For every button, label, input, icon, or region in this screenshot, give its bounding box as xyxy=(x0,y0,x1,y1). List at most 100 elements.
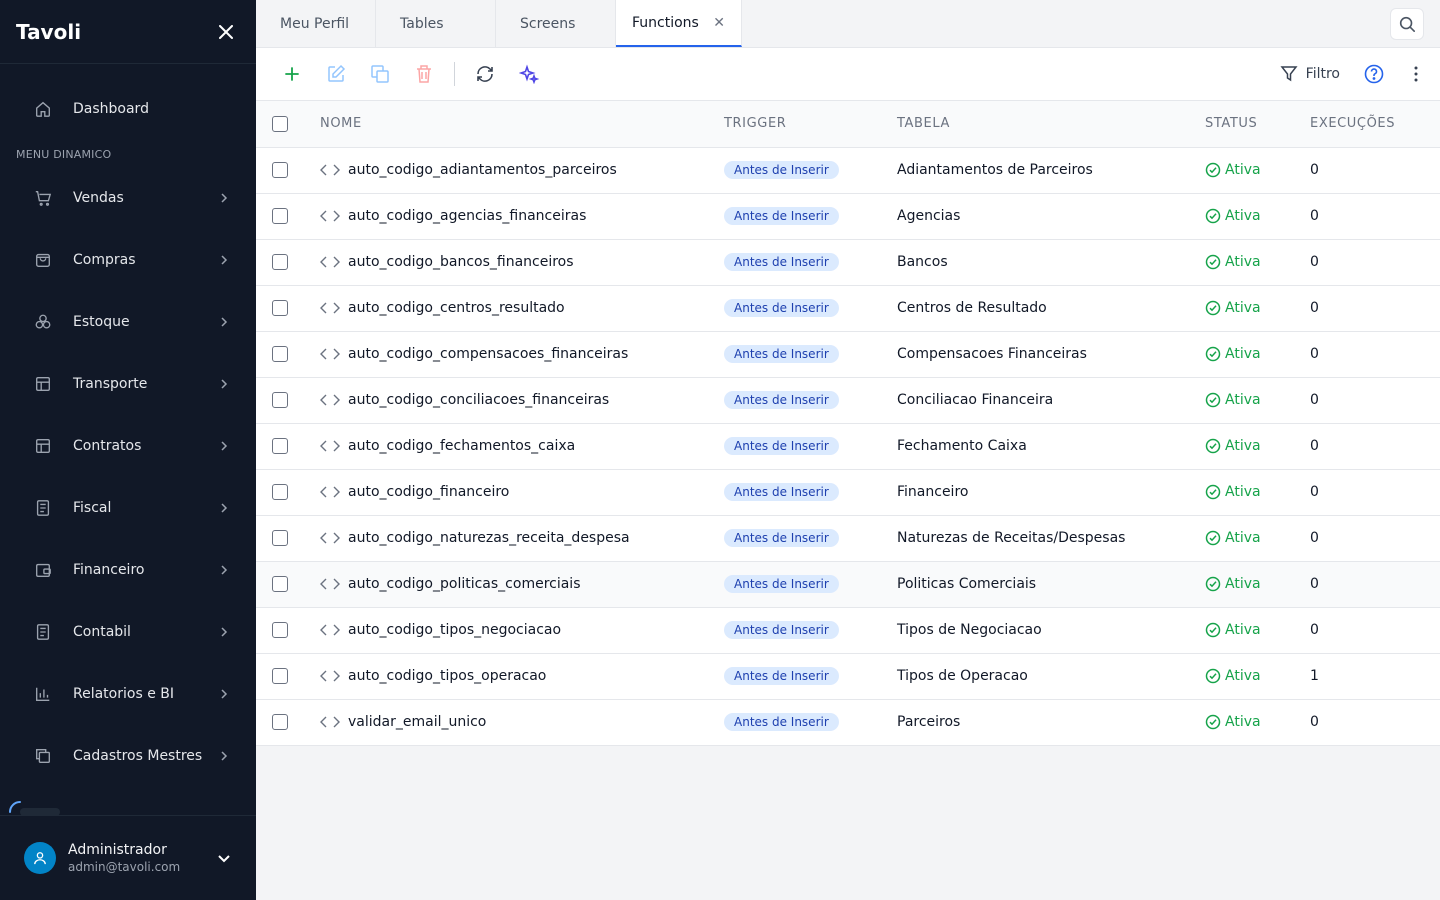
column-header-nome[interactable]: NOME xyxy=(320,101,724,148)
row-checkbox[interactable] xyxy=(272,576,288,592)
row-checkbox[interactable] xyxy=(272,300,288,316)
function-name[interactable]: auto_codigo_conciliacoes_financeiras xyxy=(348,392,609,408)
function-name[interactable]: auto_codigo_fechamentos_caixa xyxy=(348,438,575,454)
close-tab-icon[interactable]: ✕ xyxy=(713,15,725,31)
tab-meu-perfil[interactable]: Meu Perfil xyxy=(256,0,376,47)
row-select-cell xyxy=(256,377,320,424)
function-name[interactable]: auto_codigo_tipos_operacao xyxy=(348,668,546,684)
row-checkbox[interactable] xyxy=(272,530,288,546)
function-name[interactable]: validar_email_unico xyxy=(348,714,486,730)
cell-trigger: Antes de Inserir xyxy=(724,469,897,516)
row-checkbox[interactable] xyxy=(272,484,288,500)
cell-execucoes: 0 xyxy=(1310,469,1440,516)
table-row[interactable]: auto_codigo_compensacoes_financeiras Ante… xyxy=(256,331,1440,378)
user-menu[interactable]: Administrador admin@tavoli.com xyxy=(0,815,256,900)
tab-tables[interactable]: Tables xyxy=(376,0,496,47)
cell-status: Ativa xyxy=(1205,699,1310,746)
sidebar-item-vendas[interactable]: Vendas xyxy=(0,167,256,229)
function-name[interactable]: auto_codigo_bancos_financeiros xyxy=(348,254,574,270)
row-checkbox[interactable] xyxy=(272,714,288,730)
tab-functions[interactable]: Functions ✕ xyxy=(616,0,742,47)
row-select-cell xyxy=(256,653,320,700)
row-checkbox[interactable] xyxy=(272,668,288,684)
help-button[interactable] xyxy=(1362,62,1386,86)
column-header-status[interactable]: STATUS xyxy=(1205,101,1310,148)
column-header-trigger[interactable]: TRIGGER xyxy=(724,101,897,148)
trigger-badge: Antes de Inserir xyxy=(724,575,839,593)
row-checkbox[interactable] xyxy=(272,438,288,454)
row-checkbox[interactable] xyxy=(272,208,288,224)
close-icon xyxy=(219,24,233,39)
table-row[interactable]: auto_codigo_tipos_operacao Antes de Inser… xyxy=(256,653,1440,700)
function-name[interactable]: auto_codigo_adiantamentos_parceiros xyxy=(348,162,617,178)
ai-assist-button[interactable] xyxy=(515,60,543,88)
edit-button[interactable] xyxy=(322,60,350,88)
close-sidebar-button[interactable] xyxy=(212,18,240,46)
row-checkbox[interactable] xyxy=(272,392,288,408)
table-row[interactable]: auto_codigo_politicas_comerciais Antes de… xyxy=(256,561,1440,608)
add-button[interactable] xyxy=(278,60,306,88)
status-badge: Ativa xyxy=(1225,484,1261,500)
row-checkbox[interactable] xyxy=(272,254,288,270)
trigger-badge: Antes de Inserir xyxy=(724,299,839,317)
status-badge: Ativa xyxy=(1225,438,1261,454)
sidebar-item-financeiro[interactable]: Financeiro xyxy=(0,539,256,601)
sidebar-item-label: Financeiro xyxy=(73,562,145,578)
sidebar-item-estoque[interactable]: Estoque xyxy=(0,291,256,353)
sidebar-item-cadastros-mestres[interactable]: Cadastros Mestres xyxy=(0,725,256,787)
table-row[interactable]: auto_codigo_financeiro Antes de Inserir Fi… xyxy=(256,469,1440,516)
table-row[interactable]: auto_codigo_adiantamentos_parceiros Antes… xyxy=(256,147,1440,194)
row-checkbox[interactable] xyxy=(272,162,288,178)
function-name[interactable]: auto_codigo_naturezas_receita_despesa xyxy=(348,530,630,546)
row-select-cell xyxy=(256,285,320,332)
chevron-down-icon[interactable] xyxy=(216,850,232,866)
cell-trigger: Antes de Inserir xyxy=(724,331,897,378)
function-name[interactable]: auto_codigo_politicas_comerciais xyxy=(348,576,581,592)
cell-execucoes: 0 xyxy=(1310,239,1440,286)
duplicate-button[interactable] xyxy=(366,60,394,88)
function-name[interactable]: auto_codigo_compensacoes_financeiras xyxy=(348,346,628,362)
sparkles-icon xyxy=(519,64,539,84)
table-row[interactable]: validar_email_unico Antes de Inserir Parce… xyxy=(256,699,1440,746)
row-checkbox[interactable] xyxy=(272,622,288,638)
sidebar-item-compras[interactable]: Compras xyxy=(0,229,256,291)
cell-tabela: Adiantamentos de Parceiros xyxy=(897,147,1205,194)
function-name[interactable]: auto_codigo_centros_resultado xyxy=(348,300,565,316)
row-select-cell xyxy=(256,515,320,562)
row-checkbox[interactable] xyxy=(272,346,288,362)
column-header-tabela[interactable]: TABELA xyxy=(897,101,1205,148)
sidebar-item-fiscal[interactable]: Fiscal xyxy=(0,477,256,539)
function-name[interactable]: auto_codigo_tipos_negociacao xyxy=(348,622,561,638)
select-all-checkbox[interactable] xyxy=(272,115,288,132)
cell-tabela: Conciliacao Financeira xyxy=(897,377,1205,424)
search-button[interactable] xyxy=(1390,8,1424,40)
sidebar-item-contabil[interactable]: Contabil xyxy=(0,601,256,663)
code-icon xyxy=(320,164,340,176)
filter-button[interactable]: Filtro xyxy=(1280,65,1340,83)
table-row[interactable]: auto_codigo_tipos_negociacao Antes de Ins… xyxy=(256,607,1440,654)
tab-screens[interactable]: Screens xyxy=(496,0,616,47)
trigger-badge: Antes de Inserir xyxy=(724,207,839,225)
table-row[interactable]: auto_codigo_bancos_financeiros Antes de I… xyxy=(256,239,1440,286)
search-icon xyxy=(1399,16,1416,33)
function-name[interactable]: auto_codigo_agencias_financeiras xyxy=(348,208,586,224)
sidebar-item-transporte[interactable]: Transporte xyxy=(0,353,256,415)
function-name[interactable]: auto_codigo_financeiro xyxy=(348,484,509,500)
copy-icon xyxy=(371,65,389,83)
cell-nome: auto_codigo_fechamentos_caixa xyxy=(320,423,724,470)
sidebar-item-contratos[interactable]: Contratos xyxy=(0,415,256,477)
table-row[interactable]: auto_codigo_naturezas_receita_despesa Ant… xyxy=(256,515,1440,562)
column-header-execucoes[interactable]: EXECUÇÕES xyxy=(1310,101,1440,148)
sidebar-item-dashboard[interactable]: Dashboard xyxy=(0,88,256,130)
table-row[interactable]: auto_codigo_fechamentos_caixa Antes de In… xyxy=(256,423,1440,470)
cell-tabela: Centros de Resultado xyxy=(897,285,1205,332)
table-header-row: NOME TRIGGER TABELA STATUS EXECUÇÕES xyxy=(256,101,1440,148)
sidebar-item-relatorios-e-bi[interactable]: Relatorios e BI xyxy=(0,663,256,725)
table-row[interactable]: auto_codigo_conciliacoes_financeiras Ante… xyxy=(256,377,1440,424)
refresh-button[interactable] xyxy=(471,60,499,88)
delete-button[interactable] xyxy=(410,60,438,88)
more-options-button[interactable] xyxy=(1406,62,1426,86)
table-row[interactable]: auto_codigo_centros_resultado Antes de In… xyxy=(256,285,1440,332)
row-select-cell xyxy=(256,561,320,608)
table-row[interactable]: auto_codigo_agencias_financeiras Antes de… xyxy=(256,193,1440,240)
